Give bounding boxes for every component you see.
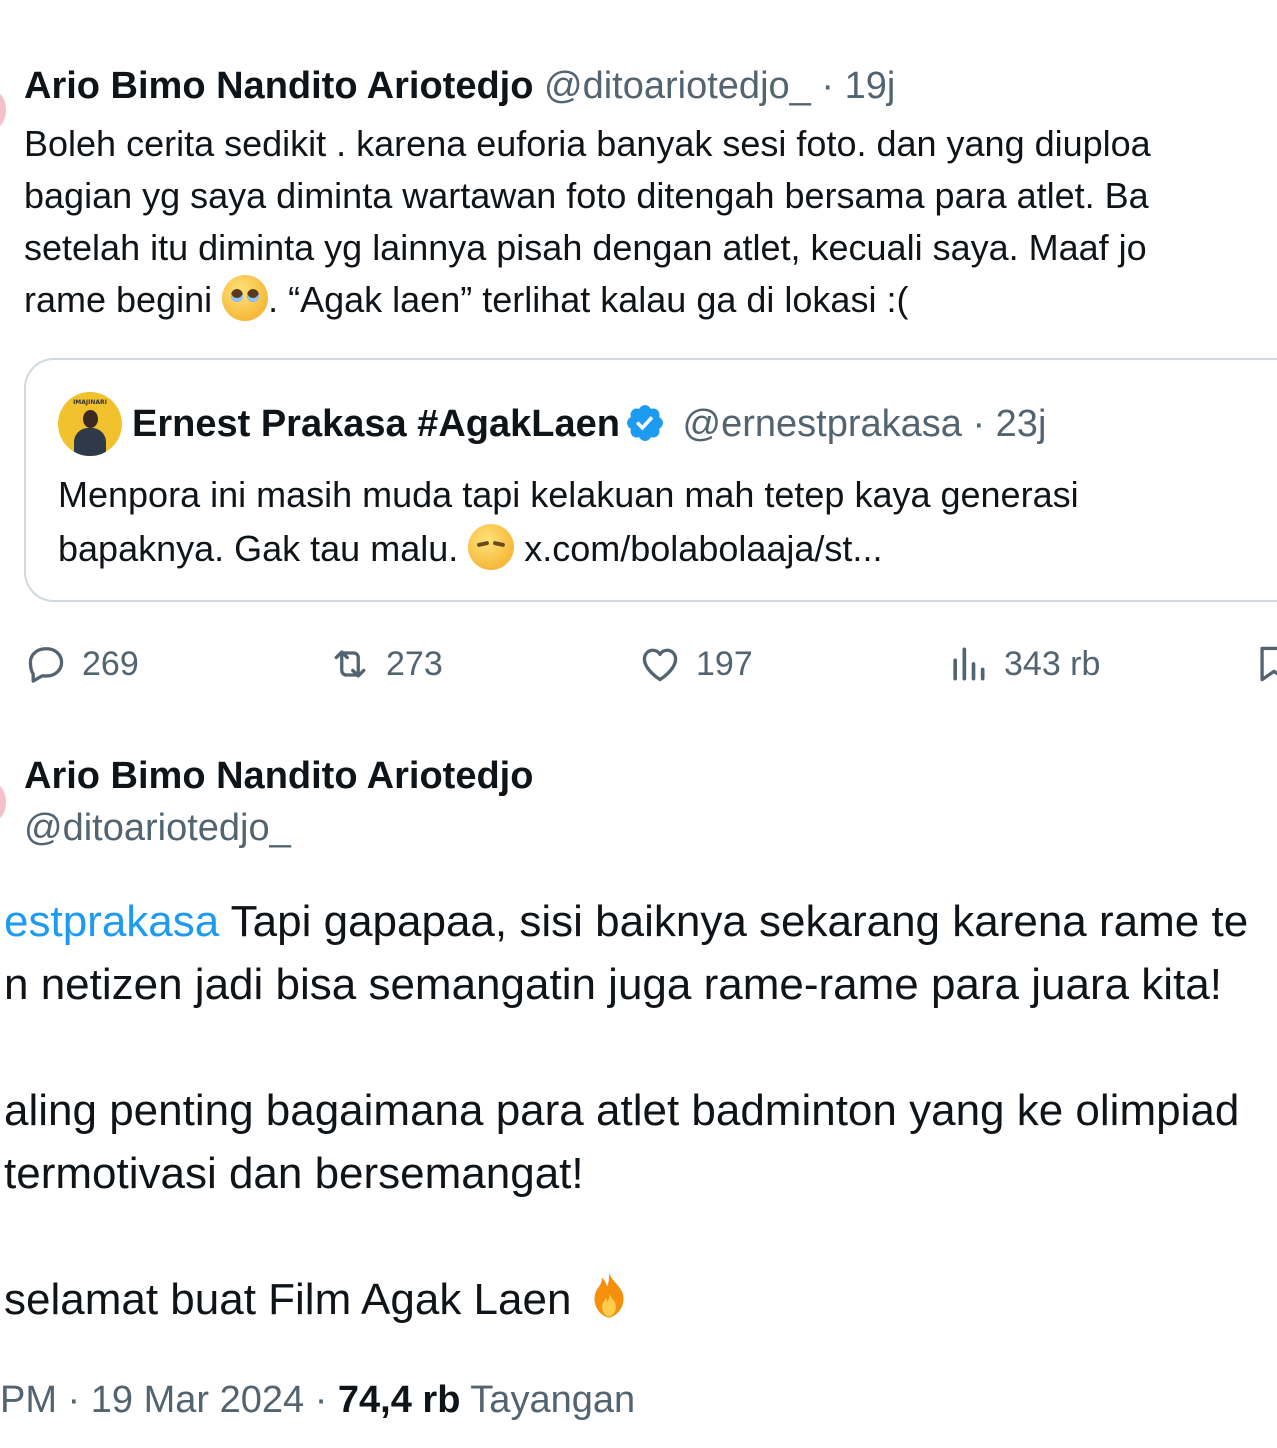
- like-button[interactable]: 197: [638, 640, 753, 688]
- fire-emoji-icon: [594, 1272, 624, 1318]
- tweet2-text-line: termotivasi dan bersemangat!: [4, 1149, 584, 1198]
- reply-count: 269: [82, 644, 139, 683]
- reply-icon: [28, 647, 64, 683]
- views-button[interactable]: 343 rb: [946, 640, 1100, 688]
- tweet2-timestamp[interactable]: PM · 19 Mar 2024 ·: [0, 1379, 338, 1421]
- tweet2-blank-line: [4, 1205, 1248, 1268]
- reply-button[interactable]: 269: [24, 640, 139, 688]
- quoted-author-handle[interactable]: @ernestprakasa: [683, 403, 962, 445]
- like-count: 197: [696, 644, 753, 683]
- tweet2-avatar[interactable]: [0, 784, 6, 820]
- mention-link[interactable]: estprakasa: [4, 897, 219, 946]
- tweet2-handle[interactable]: @ditoariotedjo_: [24, 802, 291, 854]
- tweet2-text-line: selamat buat Film Agak Laen: [4, 1268, 1248, 1331]
- quoted-separator: ·: [972, 403, 986, 445]
- tweet1-text-fragment: rame begini: [24, 279, 223, 320]
- tweet2-text-fragment: Tapi gapapaa, sisi baiknya sekarang kare…: [219, 897, 1249, 946]
- tweet1-header: Ario Bimo Nandito Ariotedjo @ditoarioted…: [24, 60, 895, 112]
- tweet2-text: estprakasa Tapi gapapaa, sisi baiknya se…: [4, 890, 1248, 1331]
- repost-count: 273: [386, 644, 443, 683]
- tweet2-blank-line: [4, 1016, 1248, 1079]
- pleading-face-emoji-icon: [222, 275, 269, 321]
- tweet2-text-line: n netizen jadi bisa semangatin juga rame…: [4, 960, 1222, 1009]
- quoted-author-avatar[interactable]: IMAJINARI: [58, 392, 122, 456]
- tweet2-views-count: 74,4 rb: [337, 1379, 461, 1421]
- tweet2-meta: PM · 19 Mar 2024 · 74,4 rb Tayangan: [0, 1372, 635, 1428]
- tweet2-text-fragment: selamat buat Film Agak Laen: [4, 1275, 584, 1324]
- bookmark-button[interactable]: [1252, 640, 1277, 688]
- tweet2-text-line: estprakasa Tapi gapapaa, sisi baiknya se…: [4, 890, 1248, 953]
- tweet1-author-name[interactable]: Ario Bimo Nandito Ariotedjo: [24, 65, 533, 107]
- tweet2-author-name[interactable]: Ario Bimo Nandito Ariotedjo: [24, 750, 533, 802]
- quoted-link[interactable]: x.com/bolabolaaja/st...: [514, 528, 882, 569]
- quoted-timestamp[interactable]: 23j: [996, 403, 1047, 445]
- quoted-tweet-header: Ernest Prakasa #AgakLaen @ernestprakasa …: [132, 398, 1046, 450]
- tweet2-views-label: Tayangan: [460, 1379, 636, 1421]
- tweet1-handle[interactable]: @ditoariotedjo_: [544, 65, 811, 107]
- tweet1-text-line-last: rame begini . “Agak laen” terlihat kalau…: [24, 274, 1277, 326]
- heart-icon: [642, 648, 678, 682]
- quoted-tweet-text: Menpora ini masih muda tapi kelakuan mah…: [58, 468, 1079, 576]
- tweet1-text-line: bagian yg saya diminta wartawan foto dit…: [24, 175, 1149, 216]
- tweet1-avatar[interactable]: [0, 92, 6, 128]
- tweet-thread-screenshot: Ario Bimo Nandito Ariotedjo @ditoarioted…: [0, 0, 1277, 1448]
- quoted-author-name[interactable]: Ernest Prakasa #AgakLaen: [132, 403, 620, 445]
- tweet2-text-line: aling penting bagaimana para atlet badmi…: [4, 1086, 1240, 1135]
- avatar-body-shape: [74, 428, 106, 456]
- bookmark-icon: [1260, 646, 1277, 682]
- quoted-text-line: bapaknya. Gak tau malu. x.com/bolabolaaj…: [58, 522, 1079, 576]
- repost-icon: [334, 650, 366, 678]
- avatar-caption: IMAJINARI: [73, 399, 107, 406]
- tweet1-text: Boleh cerita sedikit . karena euforia ba…: [24, 118, 1277, 326]
- avatar-head-shape: [83, 410, 98, 428]
- pensive-face-emoji-icon: [468, 524, 515, 570]
- quoted-text-fragment: bapaknya. Gak tau malu.: [58, 528, 469, 569]
- quoted-text-line: Menpora ini masih muda tapi kelakuan mah…: [58, 474, 1079, 515]
- tweet1-text-line: setelah itu diminta yg lainnya pisah den…: [24, 227, 1147, 268]
- tweet1-text-fragment: . “Agak laen” terlihat kalau ga di lokas…: [268, 279, 909, 320]
- tweet1-timestamp[interactable]: 19j: [845, 65, 896, 107]
- verified-badge-icon: [627, 405, 663, 441]
- tweet1-text-line: Boleh cerita sedikit . karena euforia ba…: [24, 123, 1151, 164]
- quoted-tweet-card[interactable]: IMAJINARI Ernest Prakasa #AgakLaen @erne…: [24, 358, 1277, 602]
- views-count: 343 rb: [1004, 644, 1101, 683]
- analytics-bar-icon: [953, 647, 985, 681]
- tweet1-separator: ·: [821, 65, 834, 107]
- repost-button[interactable]: 273: [328, 640, 443, 688]
